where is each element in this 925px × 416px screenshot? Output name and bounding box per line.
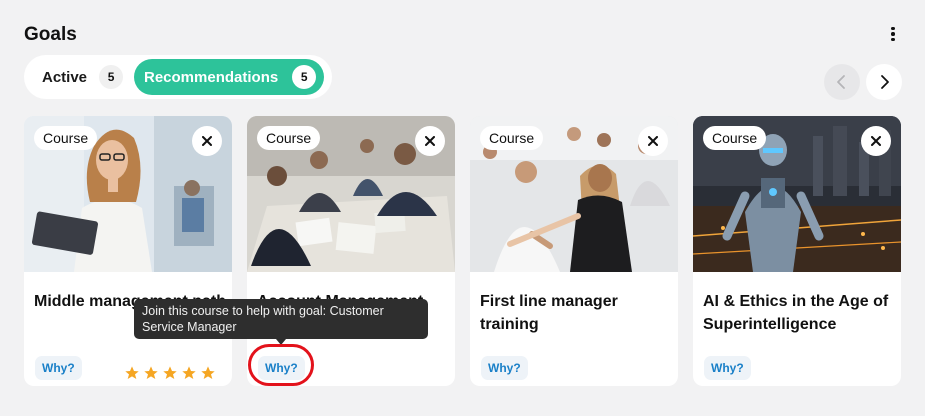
why-button[interactable]: Why? bbox=[704, 356, 751, 380]
course-card[interactable]: Course AI & Ethics in the Age of Superin… bbox=[693, 116, 901, 386]
star-icon bbox=[144, 366, 158, 379]
why-button[interactable]: Why? bbox=[481, 356, 528, 380]
chevron-right-icon bbox=[881, 75, 889, 89]
dismiss-button[interactable] bbox=[415, 126, 445, 156]
goal-tabs: Active 5 Recommendations 5 bbox=[24, 55, 332, 99]
close-icon bbox=[871, 136, 881, 146]
course-badge: Course bbox=[703, 126, 767, 150]
close-icon bbox=[648, 136, 658, 146]
dismiss-button[interactable] bbox=[638, 126, 668, 156]
chevron-left-icon bbox=[837, 75, 845, 89]
course-badge: Course bbox=[257, 126, 321, 150]
tab-label: Recommendations bbox=[144, 68, 279, 86]
why-button[interactable]: Why? bbox=[35, 356, 82, 380]
star-icon bbox=[125, 366, 139, 379]
rating-stars bbox=[124, 365, 216, 381]
close-icon bbox=[202, 136, 212, 146]
kebab-menu-icon[interactable] bbox=[884, 24, 902, 44]
why-tooltip: Join this course to help with goal: Cust… bbox=[134, 299, 428, 345]
tab-count-badge: 5 bbox=[99, 65, 124, 89]
star-icon bbox=[163, 366, 177, 379]
star-icon bbox=[182, 366, 196, 379]
course-card[interactable]: Course First line manager training Why? bbox=[470, 116, 678, 386]
close-icon bbox=[425, 136, 435, 146]
dismiss-button[interactable] bbox=[861, 126, 891, 156]
course-card[interactable]: Course Account Management Why? bbox=[247, 116, 455, 386]
carousel-prev-button[interactable] bbox=[824, 64, 860, 100]
tooltip-arrow bbox=[276, 339, 286, 345]
tab-active[interactable]: Active 5 bbox=[28, 59, 134, 95]
star-icon bbox=[201, 366, 215, 379]
tab-recommendations[interactable]: Recommendations 5 bbox=[134, 59, 324, 95]
tab-label: Active bbox=[42, 68, 88, 86]
course-title: First line manager training bbox=[480, 293, 618, 333]
course-badge: Course bbox=[480, 126, 544, 150]
tooltip-text: Join this course to help with goal: Cust… bbox=[142, 304, 384, 334]
dismiss-button[interactable] bbox=[192, 126, 222, 156]
course-card[interactable]: Course Middle management path Why? bbox=[24, 116, 232, 386]
course-badge: Course bbox=[34, 126, 98, 150]
why-button[interactable]: Why? bbox=[258, 356, 305, 380]
page-title: Goals bbox=[24, 24, 77, 45]
course-title: AI & Ethics in the Age of Superintellige… bbox=[703, 293, 889, 333]
tab-count-badge: 5 bbox=[292, 65, 317, 89]
carousel-next-button[interactable] bbox=[866, 64, 902, 100]
